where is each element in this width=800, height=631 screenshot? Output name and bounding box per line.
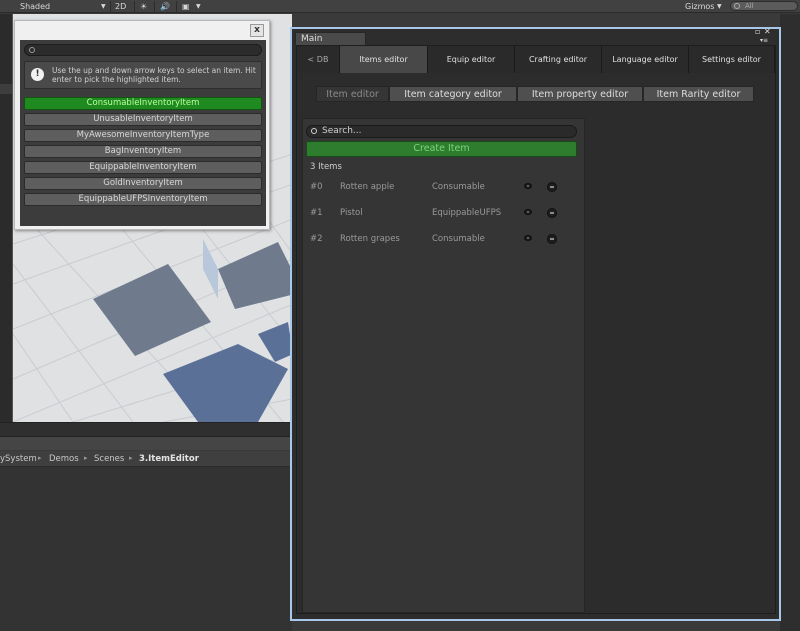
plane-object (163, 344, 288, 422)
hierarchy-strip (0, 14, 12, 436)
tab-equip-editor[interactable]: Equip editor (428, 46, 515, 73)
search-icon (734, 3, 740, 9)
delete-icon[interactable] (547, 182, 557, 192)
project-panel (0, 467, 292, 631)
breadcrumb: ySystem ▸ Demos ▸ Scenes ▸ 3.ItemEditor (0, 451, 292, 467)
breadcrumb-arrow-icon: ▸ (129, 454, 133, 462)
maximize-icon[interactable]: ▫ (755, 27, 760, 36)
picker-item[interactable]: UnusableInventoryItem (24, 113, 262, 126)
2d-toggle[interactable]: 2D (115, 1, 126, 12)
scene-search-input[interactable]: All (730, 1, 798, 11)
shading-mode-dropdown[interactable]: Shaded (20, 1, 50, 12)
toolbar-divider (154, 1, 155, 12)
chevron-down-icon: ▼ (101, 3, 106, 10)
audio-icon[interactable]: 🔊 (160, 1, 170, 12)
eye-icon[interactable] (524, 235, 532, 241)
list-item[interactable]: #2 Rotten grapes Consumable (306, 231, 577, 247)
plane-object (203, 239, 218, 299)
sub-editor-tabs: Item editor Item category editor Item pr… (316, 86, 754, 102)
item-name: Pistol (340, 208, 363, 218)
back-to-db-button[interactable]: < DB (297, 46, 340, 73)
toolbar-divider (134, 1, 135, 12)
toolbar-divider (110, 1, 111, 12)
right-panel-strip (780, 14, 800, 631)
panel-divider (0, 422, 292, 436)
item-name: Rotten grapes (340, 234, 400, 244)
item-index: #2 (310, 234, 323, 244)
item-type: Consumable (432, 234, 485, 244)
gizmos-dropdown[interactable]: Gizmos (685, 1, 714, 12)
toolbar-divider (176, 1, 177, 12)
window-tab-title[interactable]: Main manager (295, 32, 366, 56)
window-menu-icon[interactable]: ▾≡ (760, 37, 768, 44)
breadcrumb-arrow-icon: ▸ (84, 454, 88, 462)
item-count: 3 Items (310, 162, 342, 172)
picker-item[interactable]: BagInventoryItem (24, 145, 262, 158)
scene-toolbar: Shaded ▼ 2D ☀ 🔊 ▣ ▼ Gizmos ▼ All (0, 0, 800, 13)
list-item[interactable]: #1 Pistol EquippableUFPS (306, 205, 577, 221)
image-icon[interactable]: ▣ (182, 1, 190, 12)
tab-item-category-editor[interactable]: Item category editor (389, 86, 517, 102)
breadcrumb-item-current[interactable]: 3.ItemEditor (139, 454, 199, 464)
eye-icon[interactable] (524, 183, 532, 189)
close-button[interactable]: x (250, 24, 264, 37)
editor-nav: < DB Items editor Equip editor Crafting … (297, 46, 775, 73)
picker-content: ! Use the up and down arrow keys to sele… (20, 40, 266, 226)
chevron-down-icon: ▼ (717, 3, 722, 10)
sun-icon[interactable]: ☀ (140, 1, 147, 12)
tab-items-editor[interactable]: Items editor (340, 46, 428, 73)
chevron-down-icon: ▼ (196, 3, 201, 10)
picker-item[interactable]: MyAwesomeInventoryItemType (24, 129, 262, 142)
breadcrumb-item[interactable]: ySystem (0, 454, 37, 464)
tab-language-editor[interactable]: Language editor (602, 46, 689, 73)
item-type: Consumable (432, 182, 485, 192)
item-index: #1 (310, 208, 323, 218)
delete-icon[interactable] (547, 208, 557, 218)
list-item[interactable]: #0 Rotten apple Consumable (306, 179, 577, 195)
delete-icon[interactable] (547, 234, 557, 244)
tab-settings-editor[interactable]: Settings editor (689, 46, 775, 73)
tab-item-rarity-editor[interactable]: Item Rarity editor (643, 86, 754, 102)
item-type: EquippableUFPS (432, 208, 502, 218)
item-type-picker: x ! Use the up and down arrow keys to se… (14, 20, 270, 230)
tab-item-property-editor[interactable]: Item property editor (517, 86, 643, 102)
tab-item-editor[interactable]: Item editor (316, 86, 389, 102)
project-toolbar (0, 436, 292, 450)
picker-item[interactable]: ConsumableInventoryItem (24, 97, 262, 110)
item-name: Rotten apple (340, 182, 395, 192)
tab-crafting-editor[interactable]: Crafting editor (515, 46, 602, 73)
plane-object (93, 264, 211, 356)
search-icon (29, 47, 35, 53)
create-item-button[interactable]: Create Item (306, 141, 577, 157)
help-box: ! Use the up and down arrow keys to sele… (24, 61, 262, 89)
breadcrumb-arrow-icon: ▸ (38, 454, 42, 462)
item-search-input[interactable]: Search... (306, 125, 577, 138)
info-icon: ! (31, 68, 44, 81)
search-icon (311, 128, 317, 134)
hierarchy-row (0, 84, 12, 94)
picker-search-input[interactable] (24, 44, 262, 56)
item-search-placeholder: Search... (322, 126, 362, 136)
breadcrumb-item[interactable]: Demos (49, 454, 79, 464)
picker-item[interactable]: EquippableUFPSInventoryItem (24, 193, 262, 206)
plane-object (218, 242, 292, 309)
help-text: Use the up and down arrow keys to select… (52, 66, 256, 84)
eye-icon[interactable] (524, 209, 532, 215)
picker-item[interactable]: EquippableInventoryItem (24, 161, 262, 174)
scene-search-placeholder: All (745, 2, 754, 10)
close-icon[interactable]: ✕ (764, 27, 771, 36)
picker-item[interactable]: GoldInventoryItem (24, 177, 262, 190)
plane-object (258, 322, 292, 362)
item-index: #0 (310, 182, 323, 192)
breadcrumb-item[interactable]: Scenes (94, 454, 124, 464)
